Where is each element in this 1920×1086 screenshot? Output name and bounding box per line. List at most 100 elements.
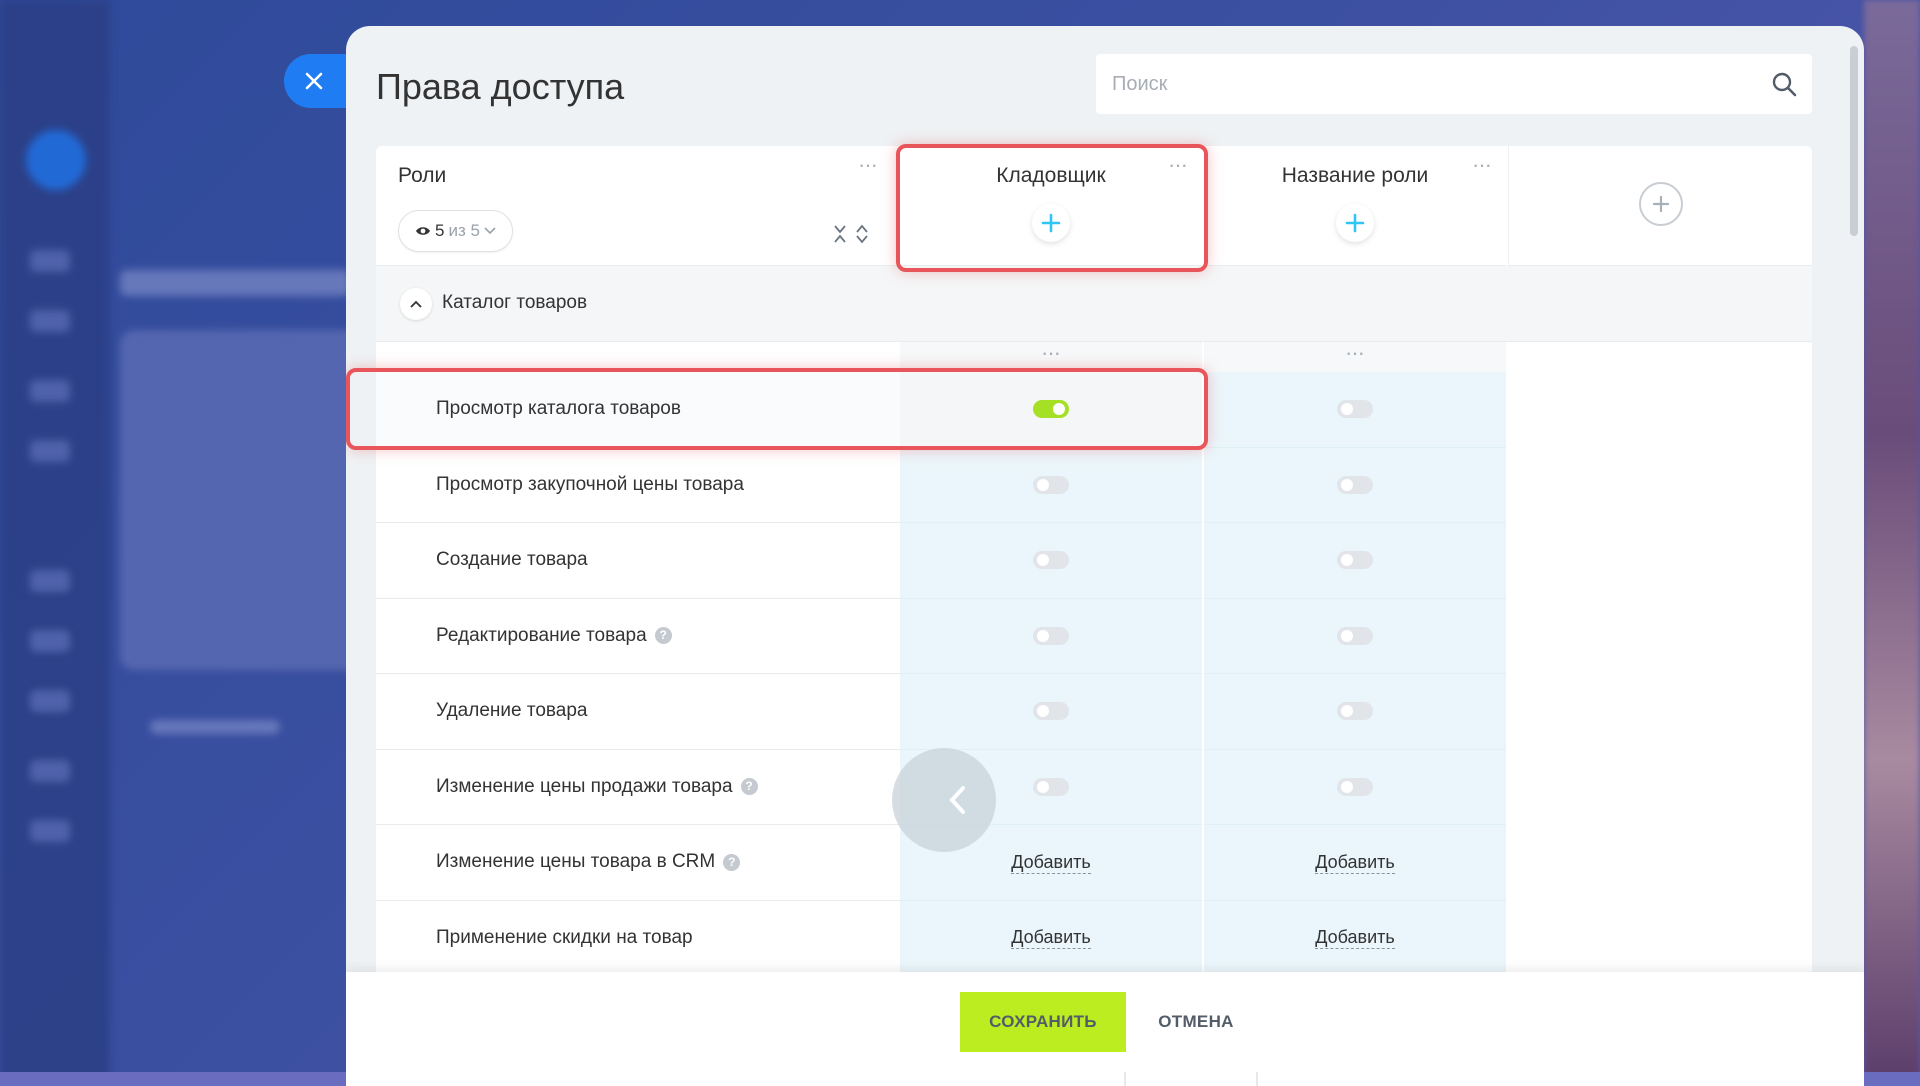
visible-total: из 5: [448, 221, 480, 240]
plus-icon: [1041, 213, 1061, 233]
permission-toggle[interactable]: [1033, 777, 1069, 796]
footer-bar: СОХРАНИТЬ ОТМЕНА: [346, 972, 1864, 1086]
expand-all-icon[interactable]: [854, 224, 870, 244]
column-menu-dots[interactable]: [1343, 340, 1367, 366]
permission-cell: [1204, 372, 1506, 448]
permission-toggle[interactable]: [1033, 702, 1069, 721]
permission-cell: Добавить: [900, 900, 1202, 976]
permission-toggle[interactable]: [1337, 626, 1373, 645]
add-link[interactable]: Добавить: [1011, 926, 1091, 950]
add-link[interactable]: Добавить: [1011, 851, 1091, 874]
help-icon[interactable]: ?: [740, 778, 758, 796]
permission-cell: [900, 523, 1202, 599]
permission-label: Создание товара: [436, 523, 896, 599]
permission-toggle[interactable]: [1033, 626, 1069, 645]
role-column-2: Название роли: [1204, 146, 1506, 266]
close-icon: [305, 72, 323, 90]
permission-toggle[interactable]: [1337, 702, 1373, 721]
section-title: Каталог товаров: [442, 292, 588, 313]
permission-cell: [1204, 674, 1506, 750]
permission-toggle[interactable]: [1337, 551, 1373, 570]
column-menu-dots[interactable]: [1039, 340, 1063, 366]
section-collapse-button[interactable]: [400, 288, 432, 320]
permission-toggle[interactable]: [1033, 551, 1069, 570]
search-input[interactable]: [1096, 54, 1716, 114]
role-column-1: Кладовщик: [900, 146, 1202, 266]
background-nav-item: [30, 760, 70, 782]
permission-cell: [900, 372, 1202, 448]
permission-label: Просмотр закупочной цены товара: [436, 448, 896, 523]
permission-cell: [1204, 523, 1506, 599]
background-nav-item: [30, 570, 70, 592]
background-line: [150, 720, 280, 734]
permission-label: Удаление товара: [436, 674, 896, 750]
add-member-button[interactable]: [1032, 204, 1070, 242]
permission-label: Применение скидки на товар: [436, 901, 896, 976]
access-rights-panel: Права доступа Роли 5 из 5: [346, 26, 1864, 1086]
plus-icon: [1652, 195, 1670, 213]
add-link[interactable]: Добавить: [1315, 926, 1395, 950]
add-role-button[interactable]: [1639, 182, 1683, 226]
column-menu-row: [376, 340, 1812, 372]
chevron-left-icon: [949, 786, 965, 814]
cancel-button[interactable]: ОТМЕНА: [1146, 992, 1246, 1052]
chevron-down-icon: [484, 227, 496, 235]
help-icon[interactable]: ?: [723, 853, 741, 871]
background-nav-item: [30, 310, 70, 332]
permission-rows: Просмотр каталога товаров Просмотр закуп…: [376, 372, 1812, 976]
save-button[interactable]: СОХРАНИТЬ: [960, 992, 1126, 1052]
role-menu-dots[interactable]: [1470, 152, 1494, 178]
visible-count: 5: [435, 221, 445, 240]
permission-cell: [900, 598, 1202, 674]
section-header[interactable]: Каталог товаров: [376, 266, 1812, 342]
background-nav-item: [30, 440, 70, 462]
roles-header: Роли 5 из 5: [376, 146, 896, 266]
permission-label: Просмотр каталога товаров: [436, 372, 896, 448]
background-nav-item: [30, 380, 70, 402]
roles-menu-dots[interactable]: [856, 152, 880, 178]
permission-row: Изменение цены товара в CRM? Добавить До…: [376, 825, 1812, 901]
visibility-selector[interactable]: 5 из 5: [398, 210, 513, 252]
chevron-up-icon: [410, 300, 422, 308]
divider: [1256, 1072, 1258, 1086]
eye-icon: [416, 227, 430, 235]
role-menu-dots[interactable]: [1166, 152, 1190, 178]
role-name: Название роли: [1281, 164, 1429, 187]
search-icon[interactable]: [1770, 70, 1798, 98]
role-name: Кладовщик: [996, 164, 1106, 187]
permission-row: Просмотр каталога товаров: [376, 372, 1812, 448]
plus-icon: [1345, 213, 1365, 233]
add-link[interactable]: Добавить: [1315, 851, 1395, 874]
permission-cell: [1204, 749, 1506, 825]
permission-toggle[interactable]: [1033, 400, 1069, 419]
permission-cell: Добавить: [1204, 900, 1506, 976]
background-nav-item: [30, 690, 70, 712]
background-right-strip: [1864, 0, 1920, 1086]
permission-row: Редактирование товара?: [376, 598, 1812, 674]
page-title: Права доступа: [376, 66, 625, 107]
permission-toggle[interactable]: [1337, 400, 1373, 419]
permission-row: Удаление товара: [376, 674, 1812, 750]
permission-label: Изменение цены товара в CRM?: [436, 825, 896, 901]
background-avatar: [26, 130, 86, 190]
permission-toggle[interactable]: [1337, 475, 1373, 494]
permission-cell: Добавить: [1204, 825, 1506, 901]
permission-label: Редактирование товара?: [436, 599, 896, 674]
background-nav-item: [30, 630, 70, 652]
permissions-table: Роли 5 из 5: [376, 146, 1812, 1006]
permission-toggle[interactable]: [1033, 475, 1069, 494]
search-box: [1096, 54, 1812, 114]
scrollbar[interactable]: [1850, 46, 1858, 236]
add-member-button[interactable]: [1336, 204, 1374, 242]
scroll-left-button[interactable]: [892, 748, 996, 852]
collapse-all-icon[interactable]: [832, 224, 848, 244]
permission-cell: [900, 674, 1202, 750]
help-icon[interactable]: ?: [654, 627, 672, 645]
permission-toggle[interactable]: [1337, 777, 1373, 796]
background-heading: [120, 270, 350, 296]
background-nav-item: [30, 250, 70, 272]
permission-cell: [1204, 598, 1506, 674]
permission-row: Применение скидки на товар Добавить Доба…: [376, 900, 1812, 976]
add-role-column: [1508, 146, 1812, 266]
permission-row: Создание товара: [376, 523, 1812, 599]
